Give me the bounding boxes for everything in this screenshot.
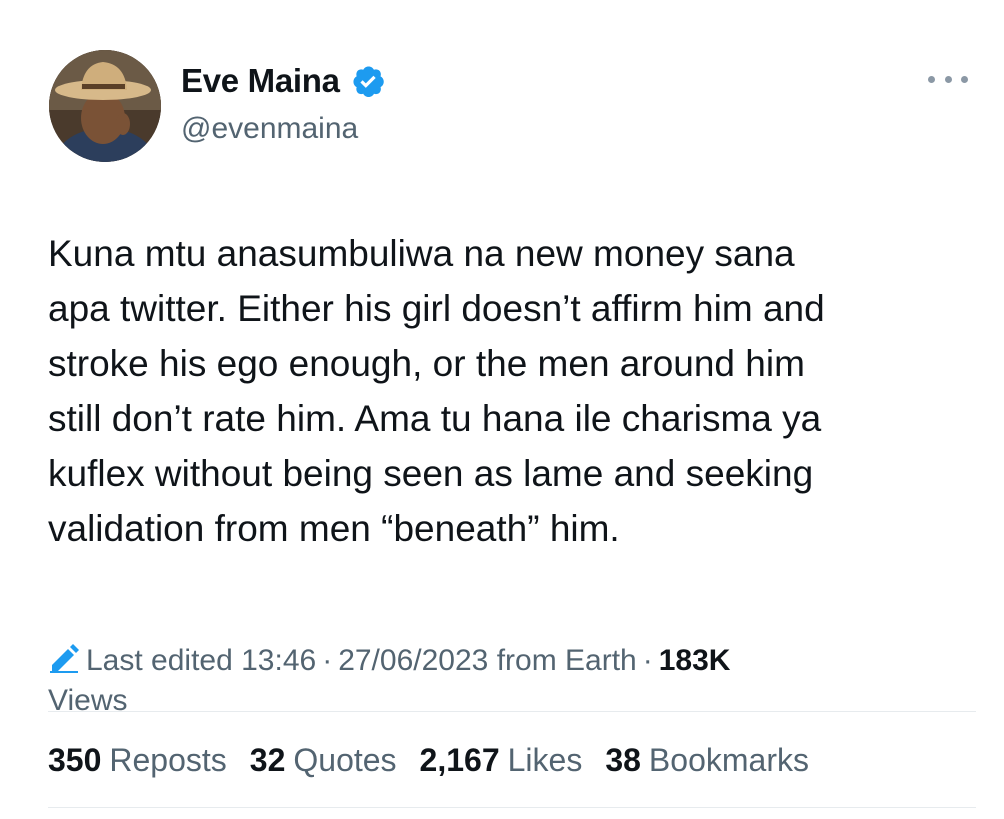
quotes-label: Quotes — [293, 742, 397, 778]
divider — [48, 711, 976, 712]
avatar[interactable] — [49, 50, 161, 162]
likes-stat[interactable]: 2,167 Likes — [420, 742, 583, 779]
engagement-stats: 350 Reposts 32 Quotes 2,167 Likes 38 Bookmar… — [48, 742, 832, 779]
quotes-count: 32 — [249, 742, 286, 778]
separator-dot: · — [322, 644, 333, 677]
quotes-stat[interactable]: 32 Quotes — [250, 742, 397, 779]
bookmarks-stat[interactable]: 38 Bookmarks — [605, 742, 809, 779]
reposts-label: Reposts — [109, 742, 227, 778]
likes-label: Likes — [507, 742, 583, 778]
tweet-card: Eve Maina @evenmaina Kuna mtu anasumbuli… — [0, 0, 1004, 819]
likes-count: 2,167 — [419, 742, 500, 778]
verified-badge-icon — [353, 66, 384, 98]
author-handle[interactable]: @evenmaina — [181, 112, 358, 146]
last-edited-link[interactable]: Last edited 13:46 — [86, 644, 316, 677]
divider — [48, 807, 976, 808]
views-label: Views — [48, 684, 128, 717]
avatar-image — [49, 50, 161, 162]
tweet-source: from Earth — [496, 644, 637, 677]
more-dot-icon — [961, 75, 968, 83]
tweet-date[interactable]: 27/06/2023 — [338, 644, 488, 677]
tweet-text: Kuna mtu anasumbuliwa na new money sana … — [48, 233, 825, 549]
separator-dot: · — [642, 644, 653, 677]
reposts-count: 350 — [48, 742, 102, 778]
reposts-stat[interactable]: 350 Reposts — [48, 742, 227, 779]
views-count: 183K — [658, 644, 731, 677]
author-name-row: Eve Maina — [181, 62, 386, 100]
more-dot-icon — [928, 75, 935, 83]
bookmarks-count: 38 — [605, 742, 641, 778]
more-dot-icon — [944, 75, 952, 83]
pencil-icon — [50, 644, 79, 673]
author-display-name[interactable]: Eve Maina — [181, 62, 340, 100]
bookmarks-label: Bookmarks — [648, 742, 809, 778]
tweet-meta: Last edited 13:46 · 27/06/2023 from Earth ·… — [48, 641, 948, 721]
more-options-button[interactable] — [928, 72, 968, 86]
